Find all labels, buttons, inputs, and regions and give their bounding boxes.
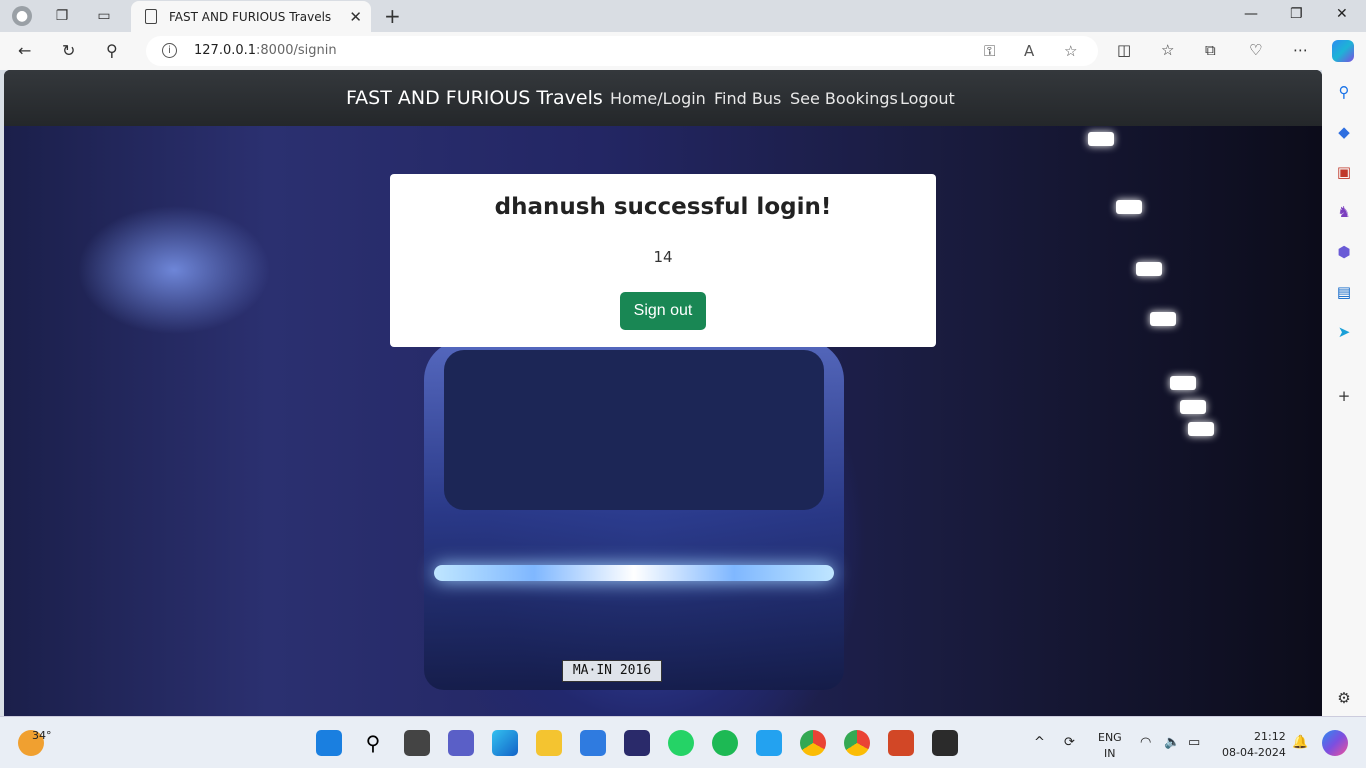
address-toolbar: ← ↻ ⚲ i 127.0.0.1:8000/signin ⚿ A ☆ ◫ ☆ … bbox=[0, 32, 1366, 70]
windows-taskbar: 34° ⚲ ^ ⟳ ENG IN ◠ 🔈 ▭ 21:12 08-04-2024 … bbox=[0, 716, 1366, 768]
tunnel-light bbox=[1150, 312, 1176, 326]
vscode-icon[interactable] bbox=[756, 730, 782, 756]
sidebar-tools-icon[interactable]: ▣ bbox=[1334, 162, 1354, 182]
spotify-icon[interactable] bbox=[712, 730, 738, 756]
battery-icon[interactable]: ▭ bbox=[1188, 735, 1200, 750]
file-explorer-icon[interactable] bbox=[536, 730, 562, 756]
tunnel-light bbox=[1188, 422, 1214, 436]
refresh-icon[interactable]: ↻ bbox=[62, 41, 75, 60]
sidebar-send-icon[interactable]: ➤ bbox=[1334, 322, 1354, 342]
edge-sidebar: ⚲ ◆ ▣ ♞ ⬢ ▤ ➤ + ⚙ bbox=[1322, 70, 1366, 716]
url-host: 127.0.0.1 bbox=[194, 43, 257, 58]
volume-icon[interactable]: 🔈 bbox=[1164, 735, 1180, 750]
tab-actions-icon[interactable]: ▭ bbox=[94, 6, 114, 26]
sign-out-button[interactable]: Sign out bbox=[620, 292, 706, 330]
split-screen-icon[interactable]: ◫ bbox=[1117, 41, 1131, 59]
url-input[interactable]: i 127.0.0.1:8000/signin ⚿ A ☆ bbox=[146, 36, 1098, 66]
tunnel-light bbox=[1136, 262, 1162, 276]
profile-icon[interactable]: ● bbox=[12, 6, 32, 26]
new-tab-icon[interactable]: + bbox=[384, 4, 401, 28]
sidebar-shopping-icon[interactable]: ◆ bbox=[1334, 122, 1354, 142]
bus-license-plate: MA·IN 2016 bbox=[562, 660, 662, 682]
sidebar-outlook-icon[interactable]: ▤ bbox=[1334, 282, 1354, 302]
weather-temp: 34° bbox=[32, 729, 52, 742]
app-icon[interactable] bbox=[624, 730, 650, 756]
store-icon[interactable] bbox=[580, 730, 606, 756]
workspaces-icon[interactable]: ❐ bbox=[52, 6, 72, 26]
nav-logout[interactable]: Logout bbox=[900, 89, 955, 108]
page-viewport: MA·IN 2016 FAST AND FURIOUS Travels Home… bbox=[4, 70, 1322, 716]
copilot-taskbar-icon[interactable] bbox=[1322, 730, 1348, 756]
site-brand[interactable]: FAST AND FURIOUS Travels bbox=[346, 87, 603, 109]
notification-bell-icon[interactable]: 🔔 bbox=[1292, 735, 1308, 750]
whatsapp-icon[interactable] bbox=[668, 730, 694, 756]
nav-find-bus[interactable]: Find Bus bbox=[714, 89, 781, 108]
tunnel-light bbox=[1170, 376, 1196, 390]
region-label: IN bbox=[1104, 747, 1116, 760]
favorite-star-icon[interactable]: ☆ bbox=[1064, 42, 1077, 60]
wifi-icon[interactable]: ◠ bbox=[1140, 735, 1151, 750]
user-id-value: 14 bbox=[653, 248, 673, 266]
key-icon[interactable]: ⚿ bbox=[984, 42, 995, 60]
page-icon bbox=[145, 9, 157, 24]
tray-sync-icon[interactable]: ⟳ bbox=[1064, 735, 1075, 750]
minimize-icon[interactable]: — bbox=[1244, 6, 1258, 22]
sidebar-settings-icon[interactable]: ⚙ bbox=[1334, 688, 1354, 708]
collections-icon[interactable]: ⧉ bbox=[1205, 41, 1216, 59]
url-path: :8000/signin bbox=[256, 43, 337, 58]
tunnel-light bbox=[1180, 400, 1206, 414]
bus-windshield bbox=[444, 350, 824, 510]
chrome-icon[interactable] bbox=[800, 730, 826, 756]
favorites-icon[interactable]: ☆ bbox=[1161, 41, 1174, 59]
browser-tab-bar: ● ❐ ▭ FAST AND FURIOUS Travels ✕ + — ❐ ✕ bbox=[0, 0, 1366, 32]
site-navbar: FAST AND FURIOUS Travels Home/Login Find… bbox=[4, 70, 1322, 126]
sidebar-m365-icon[interactable]: ⬢ bbox=[1334, 242, 1354, 262]
nav-see-bookings[interactable]: See Bookings bbox=[790, 89, 898, 108]
edge-icon[interactable] bbox=[492, 730, 518, 756]
start-icon[interactable] bbox=[316, 730, 342, 756]
language-label[interactable]: ENG bbox=[1098, 731, 1122, 744]
clock-date[interactable]: 08-04-2024 bbox=[1222, 746, 1286, 759]
nav-home-login[interactable]: Home/Login bbox=[610, 89, 706, 108]
copilot-icon[interactable] bbox=[1332, 40, 1354, 62]
chrome-profile-icon[interactable] bbox=[844, 730, 870, 756]
tunnel-light bbox=[1116, 200, 1142, 214]
tab-active[interactable]: FAST AND FURIOUS Travels ✕ bbox=[131, 1, 371, 32]
terminal-icon[interactable] bbox=[932, 730, 958, 756]
tab-title: FAST AND FURIOUS Travels bbox=[169, 9, 332, 24]
restore-icon[interactable]: ❐ bbox=[1290, 6, 1303, 22]
search-icon[interactable]: ⚲ bbox=[106, 41, 118, 60]
login-success-card: dhanush successful login! 14 Sign out bbox=[390, 174, 936, 347]
site-info-icon[interactable]: i bbox=[162, 43, 177, 58]
clock-time[interactable]: 21:12 bbox=[1254, 730, 1286, 743]
read-aloud-icon[interactable]: A bbox=[1024, 42, 1034, 60]
task-view-icon[interactable] bbox=[404, 730, 430, 756]
tunnel-light bbox=[1088, 132, 1114, 146]
more-menu-icon[interactable]: ⋯ bbox=[1293, 41, 1308, 59]
browser-essentials-icon[interactable]: ♡ bbox=[1249, 41, 1262, 59]
powerpoint-icon[interactable] bbox=[888, 730, 914, 756]
close-window-icon[interactable]: ✕ bbox=[1336, 6, 1348, 22]
close-tab-icon[interactable]: ✕ bbox=[349, 8, 362, 26]
teams-icon[interactable] bbox=[448, 730, 474, 756]
taskbar-search-icon[interactable]: ⚲ bbox=[360, 730, 386, 756]
sidebar-add-icon[interactable]: + bbox=[1334, 386, 1354, 406]
sidebar-search-icon[interactable]: ⚲ bbox=[1334, 82, 1354, 102]
tray-overflow-icon[interactable]: ^ bbox=[1034, 735, 1045, 750]
success-heading: dhanush successful login! bbox=[494, 194, 832, 220]
sidebar-games-icon[interactable]: ♞ bbox=[1334, 202, 1354, 222]
bus-headlight-bar bbox=[434, 565, 834, 581]
back-icon[interactable]: ← bbox=[18, 41, 31, 60]
